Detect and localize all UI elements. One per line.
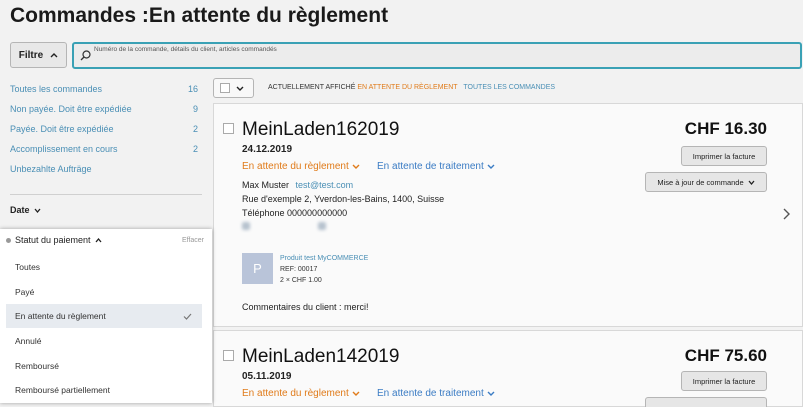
payment-option-label: Payé: [15, 287, 35, 297]
customer-comment: Commentaires du client : merci!: [242, 302, 369, 312]
dot-icon: [6, 237, 11, 243]
payment-option-refunded[interactable]: Remboursé: [6, 354, 202, 378]
clear-filter-button[interactable]: Effacer: [182, 237, 204, 244]
payment-option-partially-refunded[interactable]: Remboursé partiellement: [6, 378, 202, 402]
update-order-button[interactable]: [645, 397, 767, 407]
payment-option-paid[interactable]: Payé: [6, 280, 202, 304]
update-order-button[interactable]: Mise à jour de commande: [645, 172, 767, 192]
payment-option-awaiting[interactable]: En attente du règlement: [6, 304, 202, 328]
payment-option-all[interactable]: Toutes: [6, 255, 202, 279]
order-id[interactable]: MeinLaden162019: [242, 119, 399, 141]
select-all-checkbox[interactable]: [220, 83, 230, 93]
chevron-up-icon: [95, 237, 102, 242]
payment-option-label: Annulé: [15, 336, 42, 346]
fulfillment-status-label: En attente de traitement: [377, 388, 484, 399]
order-price: CHF 16.30: [684, 119, 767, 138]
order-checkbox[interactable]: [223, 123, 234, 134]
payment-status-label: En attente du règlement: [242, 388, 349, 399]
print-invoice-label: Imprimer la facture: [692, 376, 756, 386]
sidebar-item-count: 16: [187, 84, 198, 94]
sidebar-item-unpaid-to-ship[interactable]: Non payée. Doit être expédiée 9: [10, 104, 198, 114]
sidebar-divider: [10, 194, 202, 195]
filter-button-label: Filtre: [18, 49, 44, 61]
payment-option-label: Toutes: [15, 262, 41, 272]
sidebar-item-label: Non payée. Doit être expédiée: [10, 104, 132, 114]
chevron-down-icon: [352, 164, 360, 169]
fulfillment-status-dropdown[interactable]: En attente de traitement: [377, 388, 495, 399]
select-all-dropdown[interactable]: [213, 78, 254, 98]
fulfillment-status-label: En attente de traitement: [377, 161, 484, 172]
order-price: CHF 75.60: [684, 346, 767, 365]
search-icon: [80, 50, 91, 61]
payment-status-dropdown[interactable]: En attente du règlement: [242, 161, 360, 172]
date-filter-label: Date: [10, 205, 30, 215]
chevron-down-icon: [352, 391, 360, 396]
product-qty: 2 × CHF 1.00: [280, 277, 322, 284]
customer-email[interactable]: test@test.com: [296, 180, 354, 190]
payment-option-label: Remboursé partiellement: [15, 385, 110, 395]
chevron-down-icon: [487, 391, 495, 396]
chevron-down-icon: [236, 86, 244, 91]
sidebar-item-count: 9: [192, 104, 198, 114]
customer-phone: Téléphone 000000000000: [242, 208, 348, 218]
payment-status-label: En attente du règlement: [242, 161, 349, 172]
chevron-down-icon: [34, 208, 41, 213]
product-name[interactable]: Produit test MyCOMMERCE: [280, 255, 368, 262]
sidebar-item-all-orders[interactable]: Toutes les commandes 16: [10, 84, 198, 94]
fulfillment-status-dropdown[interactable]: En attente de traitement: [377, 161, 495, 172]
customer-name: Max Muster: [242, 180, 290, 190]
chevron-up-icon: [50, 53, 58, 58]
product-ref: REF: 00017: [280, 266, 318, 273]
page-title: Commandes :En attente du règlement: [10, 4, 389, 27]
all-orders-link[interactable]: TOUTES LES COMMANDES: [463, 84, 555, 91]
print-invoice-button[interactable]: Imprimer la facture: [681, 146, 767, 166]
update-order-label: Mise à jour de commande: [657, 177, 744, 187]
sidebar-item-label: Accomplissement en cours: [10, 144, 118, 154]
payment-status-filter-toggle[interactable]: Statut du paiement: [6, 235, 102, 245]
order-id[interactable]: MeinLaden142019: [242, 346, 399, 368]
product-thumbnail: P: [242, 253, 273, 284]
sidebar-item-count: 2: [192, 144, 198, 154]
listing-current: EN ATTENTE DU RÈGLEMENT: [357, 84, 458, 91]
order-card[interactable]: MeinLaden142019 CHF 75.60 05.11.2019 En …: [213, 330, 803, 407]
sidebar-item-label: Payée. Doit être expédiée: [10, 124, 114, 134]
customer-address: Rue d'exemple 2, Yverdon-les-Bains, 1400…: [242, 194, 445, 204]
sidebar-item-label: Unbezahlte Aufträge: [10, 164, 92, 174]
payment-option-label: En attente du règlement: [15, 311, 106, 321]
sidebar-item-fulfillment[interactable]: Accomplissement en cours 2: [10, 144, 198, 154]
print-invoice-button[interactable]: Imprimer la facture: [681, 371, 767, 391]
order-checkbox[interactable]: [223, 350, 234, 361]
order-date: 24.12.2019: [242, 144, 293, 155]
listing-prefix: ACTUELLEMENT AFFICHÉ: [268, 84, 356, 91]
payment-status-filter-panel: Statut du paiement Effacer Toutes Payé E…: [0, 229, 212, 403]
chevron-down-icon: [487, 164, 495, 169]
search-input[interactable]: Numéro de la commande, détails du client…: [72, 42, 802, 69]
payment-status-title: Statut du paiement: [15, 235, 91, 245]
filter-button[interactable]: Filtre: [10, 42, 67, 68]
search-placeholder: Numéro de la commande, détails du client…: [94, 46, 277, 53]
payment-status-dropdown[interactable]: En attente du règlement: [242, 388, 360, 399]
order-date: 05.11.2019: [242, 371, 292, 382]
sidebar-item-label: Toutes les commandes: [10, 84, 103, 94]
listing-indicator: ACTUELLEMENT AFFICHÉ EN ATTENTE DU RÈGLE…: [268, 84, 555, 91]
shipping-payment-info-blurred: [242, 222, 360, 230]
print-invoice-label: Imprimer la facture: [692, 151, 756, 161]
order-card[interactable]: MeinLaden162019 CHF 16.30 24.12.2019 En …: [213, 103, 803, 327]
sidebar-item-count: 2: [192, 124, 198, 134]
sidebar-item-paid-to-ship[interactable]: Payée. Doit être expédiée 2: [10, 124, 198, 134]
date-filter-toggle[interactable]: Date: [10, 205, 41, 215]
payment-option-cancelled[interactable]: Annulé: [6, 329, 202, 353]
sidebar-item-unpaid-orders[interactable]: Unbezahlte Aufträge: [10, 164, 198, 174]
payment-option-label: Remboursé: [15, 361, 59, 371]
chevron-right-icon[interactable]: [782, 208, 790, 220]
checkmark-icon: [183, 313, 192, 320]
chevron-down-icon: [748, 180, 755, 185]
customer-line: Max Muster test@test.com: [242, 180, 353, 190]
